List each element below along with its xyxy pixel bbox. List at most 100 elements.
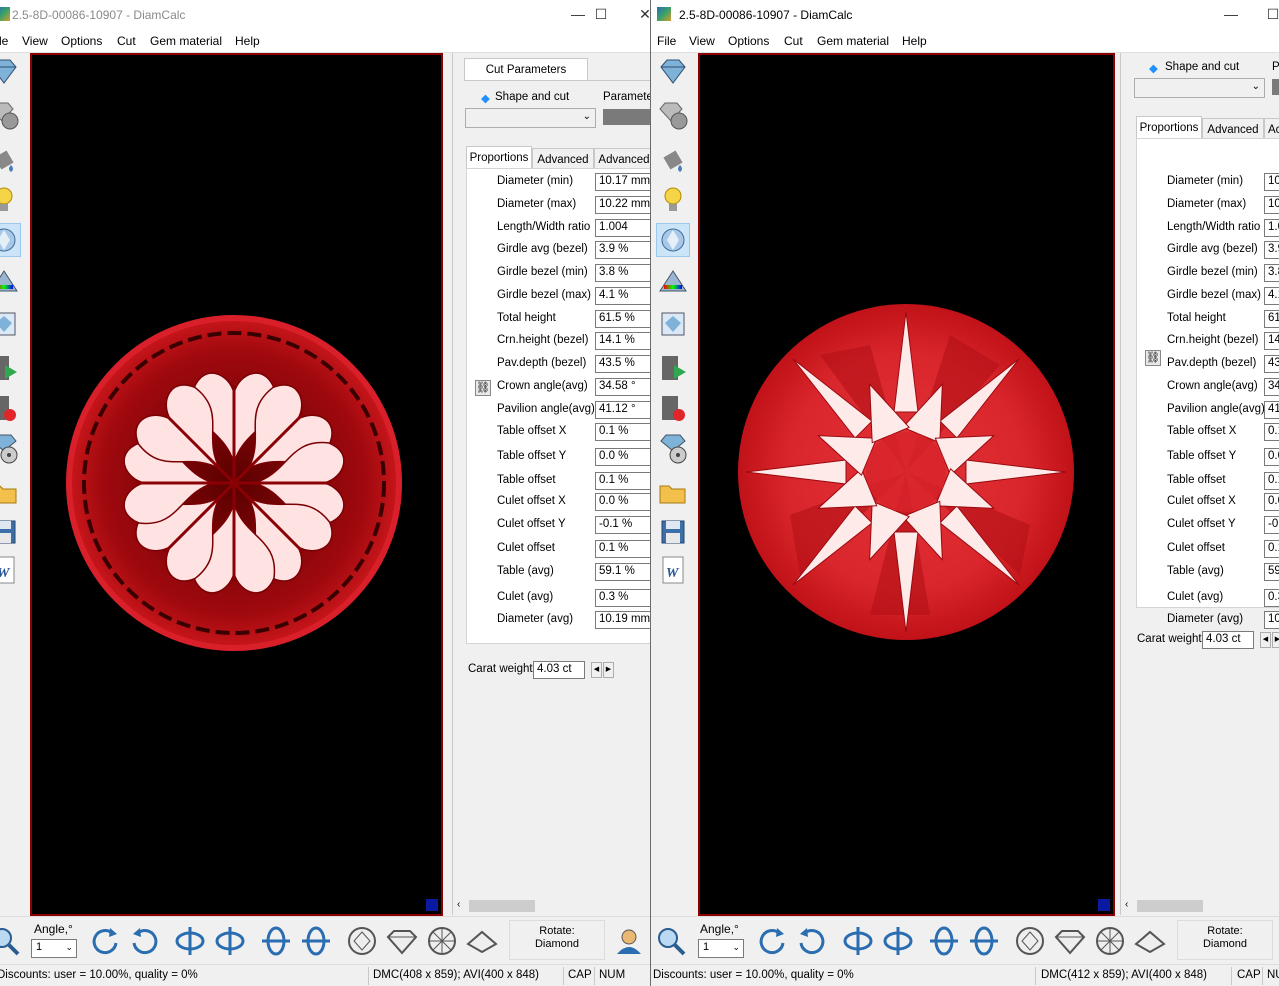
image-icon[interactable] [656, 307, 690, 341]
row-value-field[interactable]: -0.1 % [595, 516, 650, 534]
shape-and-cut-select[interactable]: ⌄ [1134, 78, 1265, 98]
row-value-field[interactable]: 0.1 % [595, 540, 650, 558]
tab-advanced[interactable]: Advanced [532, 148, 594, 170]
flip-vertical-back-icon[interactable] [299, 924, 333, 958]
row-value-field[interactable]: 4.1 [1264, 287, 1279, 305]
lock-icon[interactable]: ⛓ [1145, 350, 1161, 366]
row-value-field[interactable]: 10 [1264, 173, 1279, 191]
lightbulb-icon[interactable] [656, 183, 690, 217]
save-icon[interactable] [656, 515, 690, 549]
row-value-field[interactable]: 61 [1264, 310, 1279, 328]
row-value-field[interactable]: 34 [1264, 378, 1279, 396]
row-value-field[interactable]: 0.0 % [595, 493, 650, 511]
gem-sphere-icon[interactable] [0, 99, 21, 133]
parameter-field[interactable] [1272, 79, 1279, 95]
flip-horizontal-icon[interactable] [173, 924, 207, 958]
video-icon[interactable] [0, 351, 21, 385]
top-view-icon[interactable] [1013, 924, 1047, 958]
panel-scrollbar[interactable]: ‹ [453, 898, 650, 914]
diamond-view-icon[interactable] [0, 223, 21, 257]
flip-horizontal-back-icon[interactable] [213, 924, 247, 958]
diamond-viewport[interactable] [30, 53, 443, 916]
maximize-button[interactable]: ☐ [591, 5, 611, 23]
menu-view[interactable]: View [22, 34, 48, 48]
parameter-field[interactable] [603, 109, 650, 125]
bottom-view-icon[interactable] [425, 924, 459, 958]
row-value-field[interactable]: 0.0 [1264, 448, 1279, 466]
shape-and-cut-select[interactable]: ⌄ [465, 108, 596, 128]
word-icon[interactable]: W [656, 553, 690, 587]
row-value-field[interactable]: 0.0 % [595, 448, 650, 466]
zoom-icon[interactable] [0, 924, 22, 958]
tab-proportions[interactable]: Proportions [1136, 116, 1202, 138]
menu-gem-material[interactable]: Gem material [150, 34, 222, 48]
menu-file[interactable]: le [0, 34, 8, 48]
gem-sphere-icon[interactable] [656, 99, 690, 133]
rotate-cw-icon[interactable] [128, 924, 162, 958]
row-value-field[interactable]: 10.22 mm [595, 196, 650, 214]
video-icon[interactable] [656, 351, 690, 385]
row-value-field[interactable]: 0.1 % [595, 423, 650, 441]
menu-options[interactable]: Options [61, 34, 102, 48]
menu-options[interactable]: Options [728, 34, 769, 48]
save-icon[interactable] [0, 515, 21, 549]
menu-help[interactable]: Help [235, 34, 260, 48]
row-value-field[interactable]: 0.1 [1264, 540, 1279, 558]
flip-vertical-icon[interactable] [259, 924, 293, 958]
row-value-field[interactable]: 10 [1264, 611, 1279, 629]
row-value-field[interactable]: 14.1 % [595, 332, 650, 350]
paint-bucket-icon[interactable] [0, 141, 21, 175]
row-value-field[interactable]: 4.1 % [595, 287, 650, 305]
menu-gem-material[interactable]: Gem material [817, 34, 889, 48]
carat-weight-field[interactable]: 4.03 ct [1202, 631, 1254, 649]
row-value-field[interactable]: 0.3 [1264, 589, 1279, 607]
diamond-viewport[interactable] [698, 53, 1115, 916]
tab-advanced-2[interactable]: Advanced [594, 148, 650, 170]
spin-right-button[interactable]: ▶ [603, 662, 614, 678]
diamond-icon[interactable] [656, 55, 690, 89]
top-view-icon[interactable] [345, 924, 379, 958]
row-value-field[interactable]: 0.1 [1264, 423, 1279, 441]
row-value-field[interactable]: 59.1 % [595, 563, 650, 581]
menu-cut[interactable]: Cut [784, 34, 803, 48]
rotate-mode-button[interactable]: Rotate: Diamond [1177, 920, 1273, 960]
row-value-field[interactable]: 0.0 [1264, 493, 1279, 511]
menu-cut[interactable]: Cut [117, 34, 136, 48]
flip-horizontal-back-icon[interactable] [881, 924, 915, 958]
spin-left-button[interactable]: ◀ [591, 662, 602, 678]
scroll-left-icon[interactable]: ‹ [457, 899, 460, 910]
row-value-field[interactable]: 34.58 ° [595, 378, 650, 396]
maximize-button[interactable]: ☐ [1263, 5, 1279, 23]
row-value-field[interactable]: 41 [1264, 401, 1279, 419]
row-value-field[interactable]: 3.9 % [595, 241, 650, 259]
lock-icon[interactable]: ⛓ [475, 380, 491, 396]
scroll-left-icon[interactable]: ‹ [1125, 899, 1128, 910]
tab-advanced-2[interactable]: Ac [1264, 118, 1279, 140]
tab-cut-parameters[interactable]: Cut Parameters [464, 58, 588, 80]
minimize-button[interactable]: — [1221, 5, 1241, 23]
diamond-view-icon[interactable] [656, 223, 690, 257]
user-icon[interactable] [612, 924, 646, 958]
row-value-field[interactable]: 3.8 [1264, 264, 1279, 282]
side-view-icon[interactable] [385, 924, 419, 958]
angle-select[interactable]: 1 ⌄ [698, 939, 744, 958]
row-value-field[interactable]: 10.19 mm [595, 611, 650, 629]
flip-vertical-back-icon[interactable] [967, 924, 1001, 958]
rotate-mode-button[interactable]: Rotate: Diamond [509, 920, 605, 960]
paint-bucket-icon[interactable] [656, 141, 690, 175]
bottom-view-icon[interactable] [1093, 924, 1127, 958]
row-value-field[interactable]: 14 [1264, 332, 1279, 350]
minimize-button[interactable]: — [568, 5, 588, 23]
flip-horizontal-icon[interactable] [841, 924, 875, 958]
row-value-field[interactable]: 3.8 % [595, 264, 650, 282]
spectrum-icon[interactable] [656, 265, 690, 299]
record-icon[interactable] [0, 391, 21, 425]
open-folder-icon[interactable] [656, 475, 690, 509]
row-value-field[interactable]: 0.1 [1264, 472, 1279, 490]
scroll-thumb[interactable] [469, 900, 535, 912]
open-folder-icon[interactable] [0, 475, 21, 509]
row-value-field[interactable]: 59 [1264, 563, 1279, 581]
row-value-field[interactable]: 43 [1264, 355, 1279, 373]
lightbulb-icon[interactable] [0, 183, 21, 217]
row-value-field[interactable]: 41.12 ° [595, 401, 650, 419]
